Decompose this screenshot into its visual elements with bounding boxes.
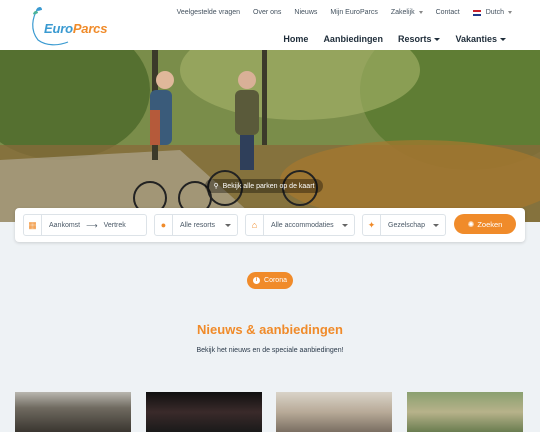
home-icon: ⌂: [246, 215, 264, 235]
news-card-football[interactable]: [146, 392, 262, 432]
search-button[interactable]: ✺ Zoeken: [454, 214, 516, 234]
news-card-interior[interactable]: [276, 392, 392, 432]
topnav-faq[interactable]: Veelgestelde vragen: [177, 9, 240, 16]
news-subtitle: Bekijk het nieuws en de speciale aanbied…: [196, 347, 344, 354]
hero-cyclists-photo: [0, 50, 540, 222]
date-range-field[interactable]: ▦ Aankomst ⟶ Vertrek: [23, 214, 147, 236]
group-icon: ✦: [363, 215, 381, 235]
arrow-right-icon: ⟶: [86, 220, 98, 230]
site-header: EuroParcs Veelgestelde vragen Over ons N…: [0, 0, 540, 50]
topnav-business[interactable]: Zakelijk: [391, 9, 423, 16]
hero-image: ⚲ Bekijk alle parken op de kaart: [0, 50, 540, 222]
chevron-down-icon: [225, 224, 231, 227]
nav-holidays[interactable]: Vakanties: [455, 34, 506, 44]
topnav-contact[interactable]: Contact: [436, 9, 460, 16]
location-pin-icon: ●: [155, 215, 173, 235]
news-title: Nieuws & aanbiedingen: [197, 322, 343, 337]
chevron-down-icon: [342, 224, 348, 227]
chevron-down-icon: [508, 11, 512, 14]
nav-offers[interactable]: Aanbiedingen: [323, 34, 383, 44]
topnav-about[interactable]: Over ons: [253, 9, 281, 16]
chevron-down-icon: [500, 37, 506, 41]
map-link[interactable]: ⚲ Bekijk alle parken op de kaart: [205, 179, 323, 193]
map-pin-icon: ⚲: [213, 183, 219, 190]
departure-label: Vertrek: [103, 221, 126, 229]
loading-icon: ✺: [467, 219, 475, 229]
logo-text: EuroParcs: [44, 21, 108, 36]
language-selector[interactable]: Dutch: [472, 9, 512, 16]
topnav-news[interactable]: Nieuws: [294, 9, 317, 16]
resort-select[interactable]: ● Alle resorts: [154, 214, 238, 236]
topnav-my-europarcs[interactable]: Mijn EuroParcs: [330, 9, 377, 16]
info-icon: i: [253, 277, 261, 284]
dutch-flag-icon: [472, 9, 481, 16]
top-navigation: Veelgestelde vragen Over ons Nieuws Mijn…: [164, 9, 512, 16]
nav-resorts[interactable]: Resorts: [398, 34, 441, 44]
corona-button[interactable]: i Corona: [247, 272, 293, 289]
company-select[interactable]: ✦ Gezelschap: [362, 214, 446, 236]
chevron-down-icon: [418, 11, 423, 14]
search-bar: ▦ Aankomst ⟶ Vertrek ● Alle resorts ⌂ Al…: [15, 208, 525, 242]
europarcs-logo[interactable]: EuroParcs: [28, 4, 108, 46]
arrival-label: Aankomst: [49, 221, 81, 229]
news-card-house[interactable]: [15, 392, 131, 432]
nav-home[interactable]: Home: [283, 34, 308, 44]
chevron-down-icon: [434, 37, 441, 41]
news-card-nature[interactable]: [407, 392, 523, 432]
calendar-icon: ▦: [24, 215, 42, 235]
accommodation-select[interactable]: ⌂ Alle accommodaties: [245, 214, 355, 236]
main-navigation: Home Aanbiedingen Resorts Vakanties: [268, 34, 506, 44]
chevron-down-icon: [433, 224, 439, 227]
